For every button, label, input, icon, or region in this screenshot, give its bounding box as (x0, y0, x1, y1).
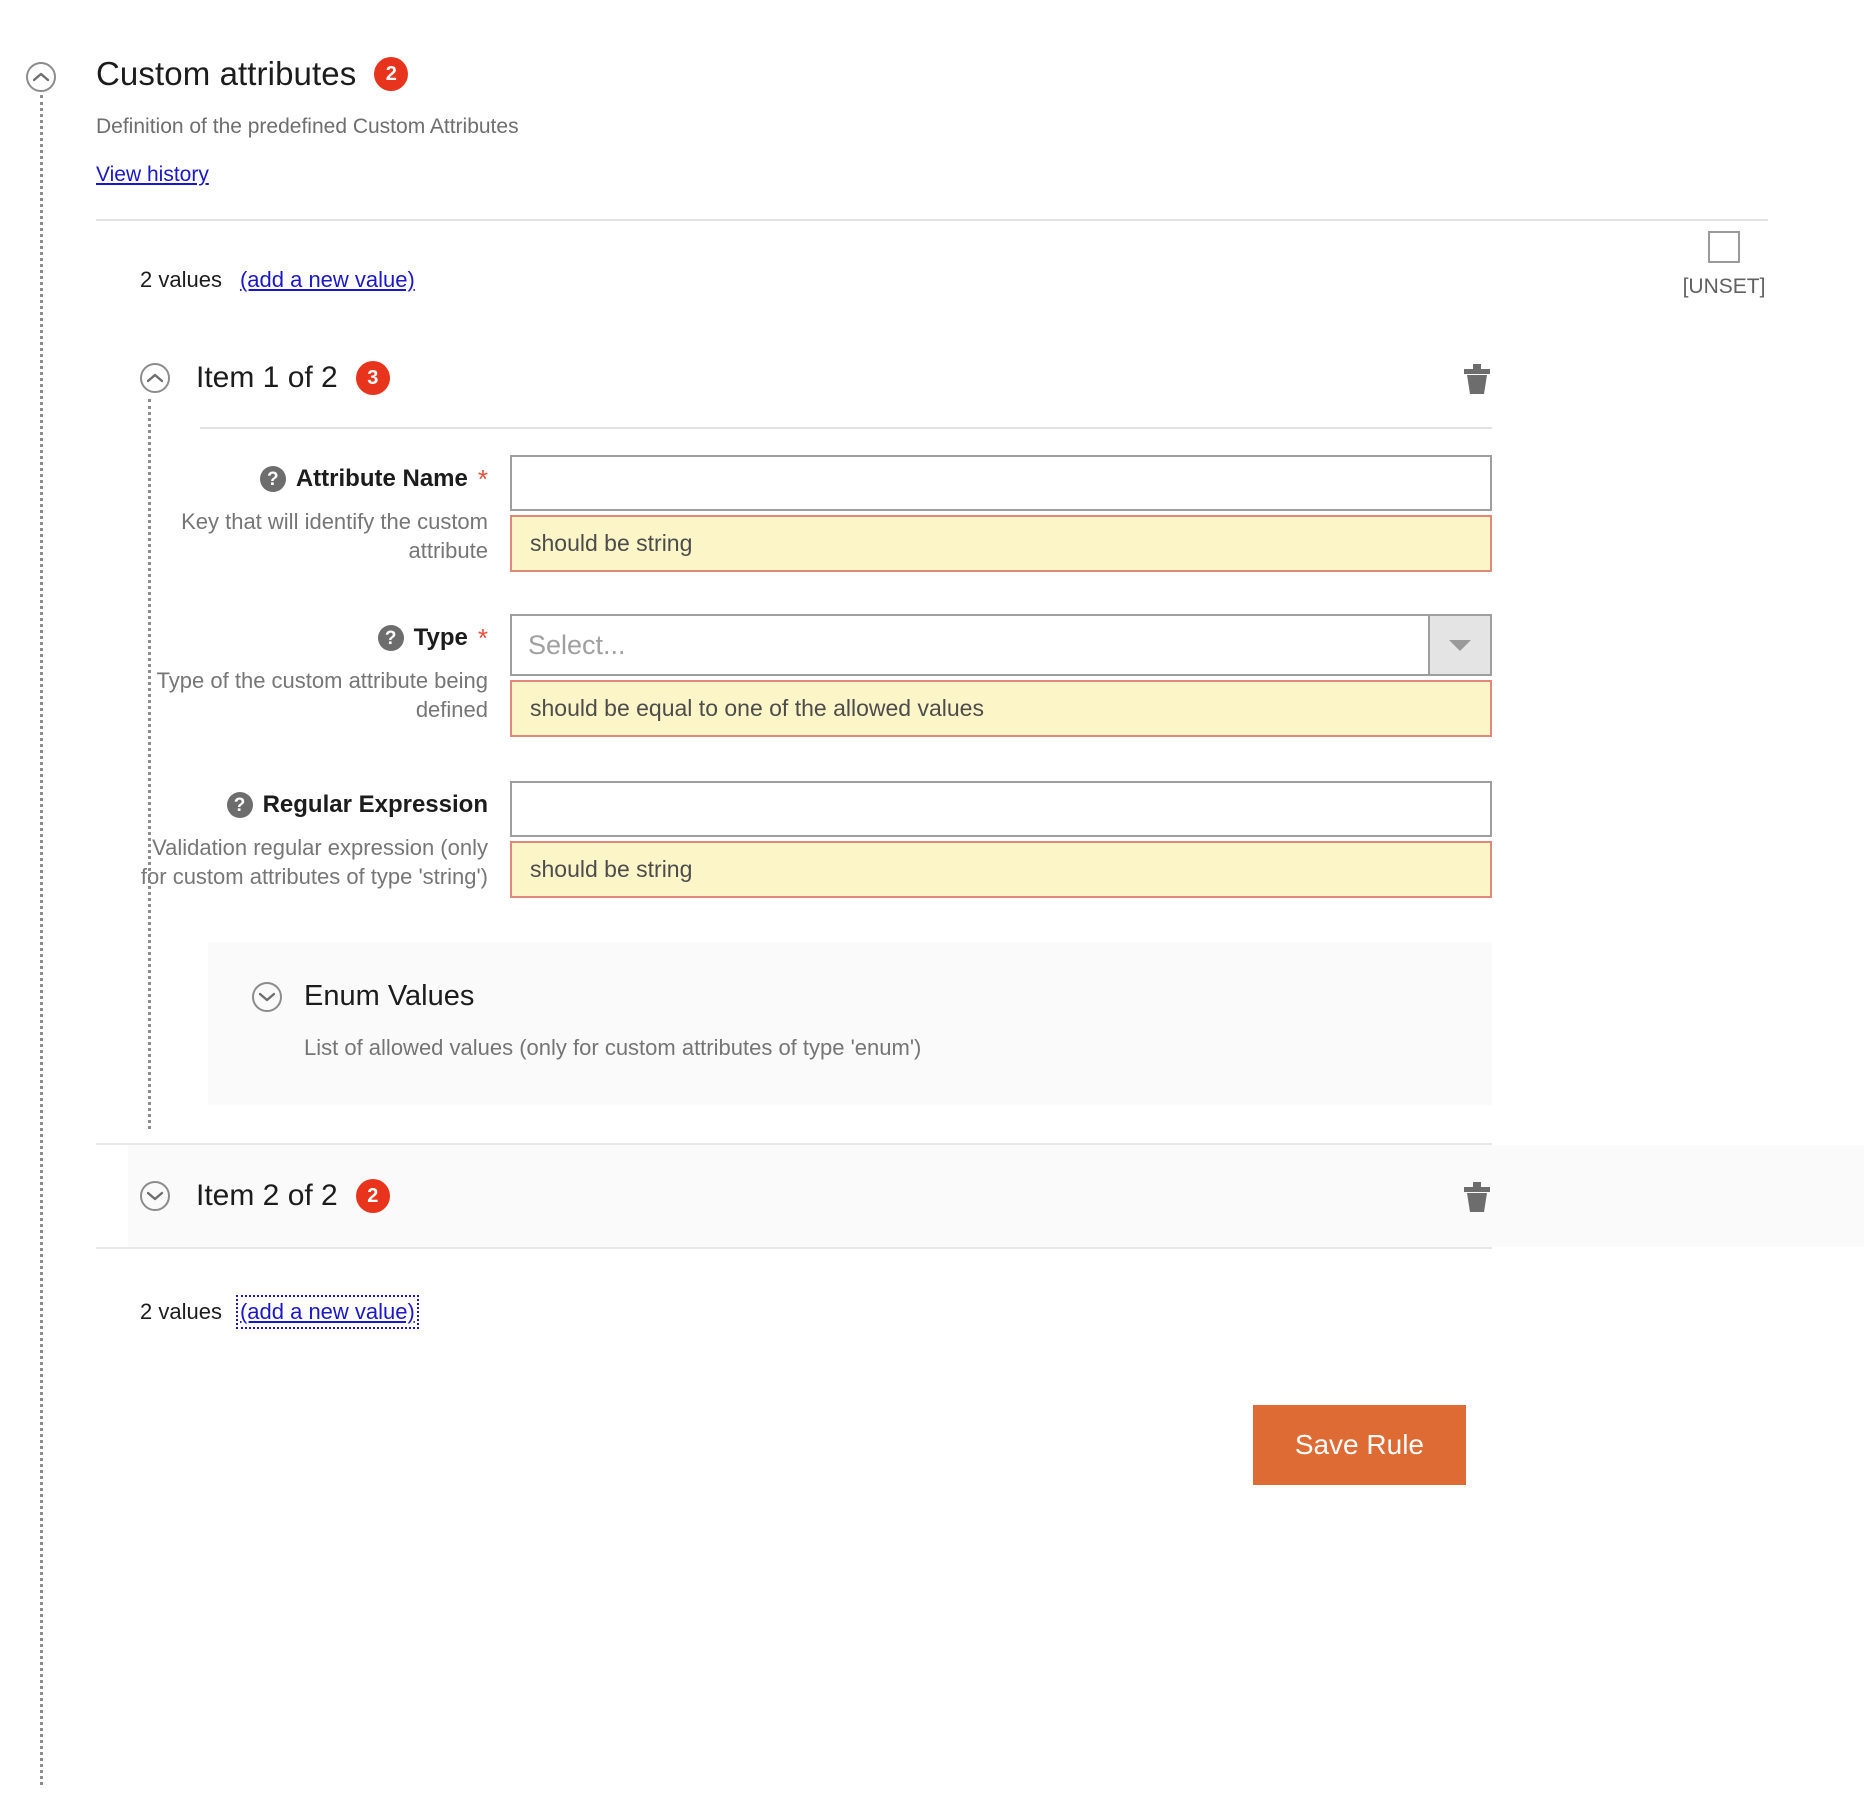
help-icon[interactable]: ? (377, 625, 404, 651)
chevron-up-icon (33, 72, 49, 82)
item-1-header[interactable]: Item 1 of 2 3 (128, 337, 1864, 405)
required-marker: * (477, 623, 488, 653)
enum-values-title: Enum Values (304, 980, 475, 1012)
item-1-delete-button[interactable] (1462, 363, 1492, 400)
enum-values-expand-toggle[interactable] (252, 981, 282, 1012)
values-bar-bottom: 2 values (add a new value) (0, 1295, 1864, 1329)
enum-values-description: List of allowed values (only for custom … (304, 1035, 922, 1060)
field-attribute-name: ? Attribute Name * Key that will identif… (128, 455, 1864, 572)
item-2: Item 2 of 2 2 (128, 1145, 1864, 1247)
values-count-label: 2 values (140, 267, 222, 292)
unset-checkbox[interactable] (1708, 231, 1740, 263)
field-hint: Key that will identify the custom attrib… (181, 509, 488, 564)
item-2-error-badge: 2 (355, 1179, 390, 1213)
section-divider (96, 219, 1768, 221)
chevron-down-icon (147, 1191, 163, 1201)
item-2-delete-button[interactable] (1462, 1181, 1492, 1218)
unset-label: [UNSET] (1682, 275, 1766, 298)
add-new-value-link-top[interactable]: (add a new value) (240, 267, 415, 293)
chevron-down-icon (1449, 639, 1471, 651)
section-guide-line (40, 95, 43, 1785)
view-history-link[interactable]: View history (96, 163, 209, 187)
values-bar-top: 2 values (add a new value) [UNSET] (0, 231, 1864, 337)
field-hint: Validation regular expression (only for … (140, 835, 488, 890)
help-icon[interactable]: ? (259, 466, 286, 492)
enum-values-panel: Enum Values List of allowed values (only… (208, 942, 1492, 1105)
field-hint: Type of the custom attribute being defin… (156, 668, 488, 723)
enum-values-header[interactable]: Enum Values (252, 980, 1492, 1013)
item-1-title: Item 1 of 2 (196, 361, 338, 394)
type-select-dropdown-button[interactable] (1428, 616, 1490, 674)
attribute-name-validation-message: should be string (510, 515, 1492, 572)
custom-attributes-section: Custom attributes 2 Definition of the pr… (0, 0, 1864, 1785)
section-collapse-toggle[interactable] (26, 62, 56, 92)
regular-expression-input[interactable] (510, 781, 1492, 837)
unset-control: [UNSET] (1664, 231, 1784, 299)
field-label: Type (413, 624, 468, 651)
field-label: Regular Expression (262, 791, 488, 818)
trash-icon (1464, 1182, 1490, 1212)
item-2-title: Item 2 of 2 (196, 1179, 338, 1212)
item-1-error-badge: 3 (355, 361, 390, 395)
item-1-fields: ? Attribute Name * Key that will identif… (128, 429, 1864, 1105)
type-select[interactable]: Select... (510, 614, 1492, 676)
help-icon[interactable]: ? (226, 792, 253, 818)
required-marker: * (477, 464, 488, 494)
chevron-up-icon (147, 373, 163, 383)
regular-expression-validation-message: should be string (510, 841, 1492, 898)
add-new-value-link-bottom[interactable]: (add a new value) (235, 1295, 419, 1329)
item-2-expand-toggle[interactable] (140, 1181, 170, 1211)
item-1-guide-line (148, 399, 151, 1129)
footer-actions: Save Rule (0, 1405, 1864, 1485)
field-type: ? Type * Type of the custom attribute be… (128, 614, 1864, 737)
item-1-collapse-toggle[interactable] (140, 363, 170, 393)
item-2-bottom-divider (96, 1247, 1492, 1249)
chevron-down-icon (259, 992, 275, 1001)
page-title: Custom attributes (96, 55, 357, 92)
item-1: Item 1 of 2 3 ? Attribute Name * Key tha… (128, 337, 1864, 1129)
field-label: Attribute Name (295, 465, 468, 492)
trash-icon (1464, 364, 1490, 394)
save-rule-button[interactable]: Save Rule (1252, 1405, 1466, 1485)
attribute-name-input[interactable] (510, 455, 1492, 511)
section-description: Definition of the predefined Custom Attr… (96, 115, 519, 138)
type-select-placeholder: Select... (528, 629, 626, 660)
item-2-header[interactable]: Item 2 of 2 2 (128, 1145, 1864, 1247)
section-error-badge: 2 (374, 57, 409, 91)
field-regular-expression: ? Regular Expression Validation regular … (128, 781, 1864, 898)
values-count-label-bottom: 2 values (140, 1299, 222, 1324)
type-validation-message: should be equal to one of the allowed va… (510, 680, 1492, 737)
